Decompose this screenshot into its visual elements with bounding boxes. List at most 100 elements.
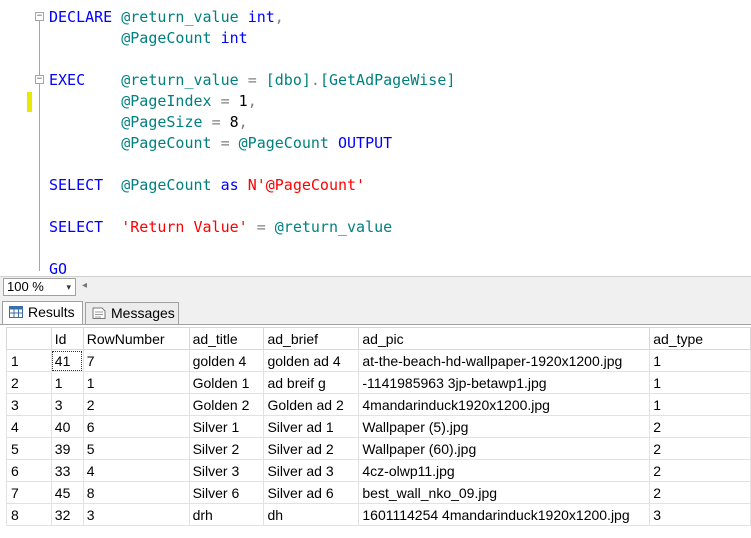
row-number[interactable]: 7 [6,481,52,504]
table-cell[interactable]: golden 4 [188,349,265,372]
code-line[interactable] [49,49,455,70]
column-header[interactable]: ad_brief [263,327,360,350]
table-cell[interactable]: drh [188,503,265,526]
table-cell[interactable]: Silver 2 [188,437,265,460]
table-cell[interactable]: dh [263,503,360,526]
table-cell[interactable]: 1601114254 4mandarinduck1920x1200.jpg [358,503,651,526]
grid-corner[interactable] [6,327,52,350]
code-token: as [220,176,239,194]
table-cell[interactable]: Golden ad 2 [263,393,360,416]
table-cell[interactable]: Golden 2 [188,393,265,416]
table-cell[interactable]: golden ad 4 [263,349,360,372]
table-cell[interactable]: Silver 3 [188,459,265,482]
table-cell[interactable]: Wallpaper (5).jpg [358,415,651,438]
table-cell[interactable]: 2 [649,415,751,438]
table-cell[interactable]: 41 [50,349,84,372]
code-line[interactable]: SELECT @PageCount as N'@PageCount' [49,175,455,196]
table-cell[interactable]: 33 [50,459,84,482]
table-cell[interactable]: Silver 1 [188,415,265,438]
table-cell[interactable]: 40 [50,415,84,438]
table-cell[interactable]: 4 [82,459,190,482]
tab-messages[interactable]: Messages [85,302,179,324]
table-row[interactable]: 7 45 8 Silver 6 Silver ad 6 best_wall_nko_09.… [6,481,751,504]
table-cell[interactable]: 4mandarinduck1920x1200.jpg [358,393,651,416]
table-row[interactable]: 8 32 3 drh dh 1601114254 4mandarinduck1920x12… [6,503,751,526]
table-cell[interactable]: Silver ad 2 [263,437,360,460]
table-cell[interactable]: -1141985963 3jp-betawp1.jpg [358,371,651,394]
table-cell[interactable]: 1 [50,371,84,394]
results-grid[interactable]: Id RowNumber ad_title ad_brief ad_pic ad… [0,324,751,538]
code-line[interactable]: GO [49,259,455,276]
table-row[interactable]: 4 40 6 Silver 1 Silver ad 1 Wallpaper (5).jpg… [6,415,751,438]
table-cell[interactable]: ad breif g [263,371,360,394]
table-cell[interactable]: 3 [649,503,751,526]
row-number[interactable]: 2 [6,371,52,394]
code-token: int [247,8,275,26]
collapse-icon[interactable]: − [35,12,44,21]
code-line[interactable]: @PageCount int [49,28,455,49]
code-line[interactable]: @PageSize = 8, [49,112,455,133]
sql-editor[interactable]: − − DECLARE @return_value int, @PageCoun… [0,0,751,276]
row-number[interactable]: 5 [6,437,52,460]
table-row[interactable]: 6 33 4 Silver 3 Silver ad 3 4cz-olwp11.jpg 2 [6,459,751,482]
table-cell[interactable]: 3 [82,503,190,526]
table-cell[interactable]: 1 [649,393,751,416]
table-cell[interactable]: 8 [82,481,190,504]
table-cell[interactable]: at-the-beach-hd-wallpaper-1920x1200.jpg [358,349,651,372]
column-header[interactable]: RowNumber [82,327,190,350]
table-cell[interactable]: Silver ad 1 [263,415,360,438]
table-cell[interactable]: 32 [50,503,84,526]
table-cell[interactable]: best_wall_nko_09.jpg [358,481,651,504]
code-line[interactable]: EXEC @return_value = [dbo].[GetAdPageWis… [49,70,455,91]
code-line[interactable]: @PageCount = @PageCount OUTPUT [49,133,455,154]
table-cell[interactable]: Silver ad 6 [263,481,360,504]
row-number[interactable]: 8 [6,503,52,526]
table-cell[interactable]: 2 [649,459,751,482]
table-cell[interactable]: Wallpaper (60).jpg [358,437,651,460]
code-line[interactable]: SELECT 'Return Value' = @return_value [49,217,455,238]
table-cell[interactable]: Golden 1 [188,371,265,394]
code-line[interactable]: @PageIndex = 1, [49,91,455,112]
column-header[interactable]: ad_title [188,327,265,350]
table-cell[interactable]: 3 [50,393,84,416]
results-table: Id RowNumber ad_title ad_brief ad_pic ad… [6,327,751,526]
code-line[interactable]: DECLARE @return_value int, [49,7,455,28]
table-row[interactable]: 2 1 1 Golden 1 ad breif g -1141985963 3jp-bet… [6,371,751,394]
table-row[interactable]: 3 3 2 Golden 2 Golden ad 2 4mandarinduck1920x… [6,393,751,416]
code-line[interactable] [49,238,455,259]
table-cell[interactable]: Silver ad 3 [263,459,360,482]
table-cell[interactable]: 1 [82,371,190,394]
table-cell[interactable]: 7 [82,349,190,372]
collapse-icon[interactable]: − [35,75,44,84]
row-number[interactable]: 6 [6,459,52,482]
zoom-dropdown[interactable]: 100 % ▾ [3,278,76,296]
row-number[interactable]: 4 [6,415,52,438]
column-header[interactable]: ad_type [649,327,751,350]
table-cell[interactable]: 2 [649,481,751,504]
code-line[interactable] [49,196,455,217]
table-row[interactable]: 1 41 7 golden 4 golden ad 4 at-the-beach-hd-w… [6,349,751,372]
table-cell[interactable]: 1 [649,371,751,394]
table-cell[interactable]: 6 [82,415,190,438]
table-row[interactable]: 5 39 5 Silver 2 Silver ad 2 Wallpaper (60).jp… [6,437,751,460]
messages-icon [92,307,106,319]
table-cell[interactable]: Silver 6 [188,481,265,504]
column-header[interactable]: Id [50,327,84,350]
code-line[interactable] [49,154,455,175]
table-cell[interactable]: 1 [649,349,751,372]
tab-results[interactable]: Results [2,301,83,324]
column-header[interactable]: ad_pic [358,327,651,350]
table-cell[interactable]: 39 [50,437,84,460]
table-cell[interactable]: 2 [649,437,751,460]
row-number[interactable]: 1 [6,349,52,372]
table-cell[interactable]: 4cz-olwp11.jpg [358,459,651,482]
table-cell[interactable]: 5 [82,437,190,460]
code-area[interactable]: DECLARE @return_value int, @PageCount in… [49,7,455,276]
scroll-left-icon[interactable]: ◂ [82,280,87,291]
table-cell[interactable]: 45 [50,481,84,504]
table-cell[interactable]: 2 [82,393,190,416]
row-number[interactable]: 3 [6,393,52,416]
